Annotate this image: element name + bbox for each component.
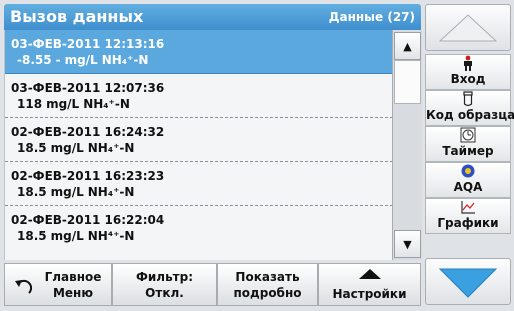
triangle-up-icon: ▲ bbox=[403, 39, 412, 53]
record-unit: mg/L bbox=[50, 185, 84, 199]
sidebar-item-timer[interactable]: Таймер bbox=[425, 126, 511, 162]
list-scrollbar[interactable]: ▲ ▼ bbox=[392, 30, 422, 260]
sidebar-item-label: Код образца bbox=[426, 108, 514, 122]
data-recall-screen: Вызов данных Данные (27) 03-ФЕВ-2011 12:… bbox=[0, 0, 514, 311]
settings-button[interactable]: Настройки bbox=[318, 263, 421, 306]
record-date: 03-ФЕВ-2011 bbox=[11, 81, 101, 95]
title-bar: Вызов данных Данные (27) bbox=[4, 4, 421, 30]
list-item[interactable]: 02-ФЕВ-2011 16:24:32 18.5 mg/L NH₄⁺-N bbox=[5, 118, 393, 162]
record-value: -8.55 bbox=[17, 53, 52, 67]
graph-icon bbox=[426, 199, 510, 216]
record-parameter: NH₄⁺-N bbox=[101, 53, 149, 67]
sidebar-item-aqa[interactable]: AQA bbox=[425, 162, 511, 198]
scrollbar-thumb[interactable] bbox=[394, 60, 421, 104]
details-button-label: Показать bbox=[235, 270, 300, 284]
record-time: 12:07:36 bbox=[104, 81, 165, 95]
filter-button-label: Фильтр: bbox=[135, 270, 194, 284]
list-item[interactable]: 03-ФЕВ-2011 12:13:16 -8.55- mg/L NH₄⁺-N bbox=[5, 30, 393, 74]
sidebar-item-graphs[interactable]: Графики bbox=[425, 198, 511, 234]
page-up-button[interactable] bbox=[425, 4, 511, 51]
record-unit: mg/L bbox=[64, 53, 98, 67]
right-panel: Вход Код образца Таймер AQA Графики bbox=[425, 4, 514, 306]
page-down-icon bbox=[438, 268, 498, 298]
list-item[interactable]: 02-ФЕВ-2011 16:23:23 18.5 mg/L NH₄⁺-N bbox=[5, 162, 393, 206]
record-time: 16:24:32 bbox=[104, 125, 165, 139]
record-parameter: NH⁴⁺-N bbox=[87, 229, 135, 243]
record-unit: mg/L bbox=[50, 141, 84, 155]
record-time: 16:22:04 bbox=[104, 213, 165, 227]
list-item[interactable]: 02-ФЕВ-2011 16:22:04 18.5 mg/L NH⁴⁺-N bbox=[5, 206, 393, 260]
record-unit: mg/L bbox=[46, 97, 80, 111]
page-down-button[interactable] bbox=[425, 258, 511, 305]
timer-icon bbox=[426, 127, 510, 144]
filter-button[interactable]: Фильтр: Откл. bbox=[112, 263, 217, 306]
page-title: Вызов данных bbox=[10, 7, 144, 26]
details-button-label: подробно bbox=[233, 286, 302, 300]
sidebar-item-label: Таймер bbox=[442, 144, 494, 158]
bottom-toolbar: Главное Меню Фильтр: Откл. Показать подр… bbox=[4, 263, 421, 306]
triangle-up-icon bbox=[359, 269, 381, 279]
sidebar-item-label: Графики bbox=[437, 216, 499, 230]
sidebar-item-label: AQA bbox=[453, 180, 483, 194]
home-button-label: Меню bbox=[52, 286, 94, 300]
triangle-down-icon: ▼ bbox=[403, 237, 412, 251]
home-button[interactable]: Главное Меню bbox=[4, 263, 112, 306]
record-time: 12:13:16 bbox=[104, 37, 165, 51]
back-arrow-icon bbox=[15, 279, 33, 294]
record-parameter: NH₄⁺-N bbox=[87, 141, 135, 155]
home-button-label: Главное bbox=[44, 270, 102, 284]
page-up-icon bbox=[438, 14, 498, 42]
record-parameter: NH₄⁺-N bbox=[87, 185, 135, 199]
show-details-button[interactable]: Показать подробно bbox=[217, 263, 318, 306]
record-separator: - bbox=[55, 53, 61, 67]
record-value: 18.5 bbox=[17, 141, 47, 155]
sidebar-item-login[interactable]: Вход bbox=[425, 54, 511, 90]
person-icon bbox=[426, 55, 510, 72]
record-time: 16:23:23 bbox=[104, 169, 165, 183]
record-date: 02-ФЕВ-2011 bbox=[11, 213, 101, 227]
record-date: 02-ФЕВ-2011 bbox=[11, 169, 101, 183]
record-parameter: NH₄⁺-N bbox=[83, 97, 130, 111]
record-value: 18.5 bbox=[17, 185, 47, 199]
record-date: 03-ФЕВ-2011 bbox=[11, 37, 101, 51]
record-list: 03-ФЕВ-2011 12:13:16 -8.55- mg/L NH₄⁺-N 03… bbox=[4, 30, 393, 260]
sidebar-item-sample-id[interactable]: Код образца bbox=[425, 90, 514, 126]
sample-vial-icon bbox=[426, 91, 510, 108]
record-unit: mg/L bbox=[50, 229, 84, 243]
aqa-icon bbox=[426, 163, 510, 180]
sidebar-item-label: Вход bbox=[450, 72, 486, 86]
record-date: 02-ФЕВ-2011 bbox=[11, 125, 101, 139]
record-count: Данные (27) bbox=[328, 10, 415, 24]
scroll-up-button[interactable]: ▲ bbox=[394, 32, 421, 60]
scroll-down-button[interactable]: ▼ bbox=[394, 230, 421, 258]
record-value: 18.5 bbox=[17, 229, 47, 243]
settings-button-label: Настройки bbox=[332, 287, 407, 301]
list-item[interactable]: 03-ФЕВ-2011 12:07:36 118 mg/L NH₄⁺-N bbox=[5, 74, 393, 118]
record-value: 118 bbox=[17, 97, 43, 111]
filter-status-label: Откл. bbox=[145, 286, 184, 300]
